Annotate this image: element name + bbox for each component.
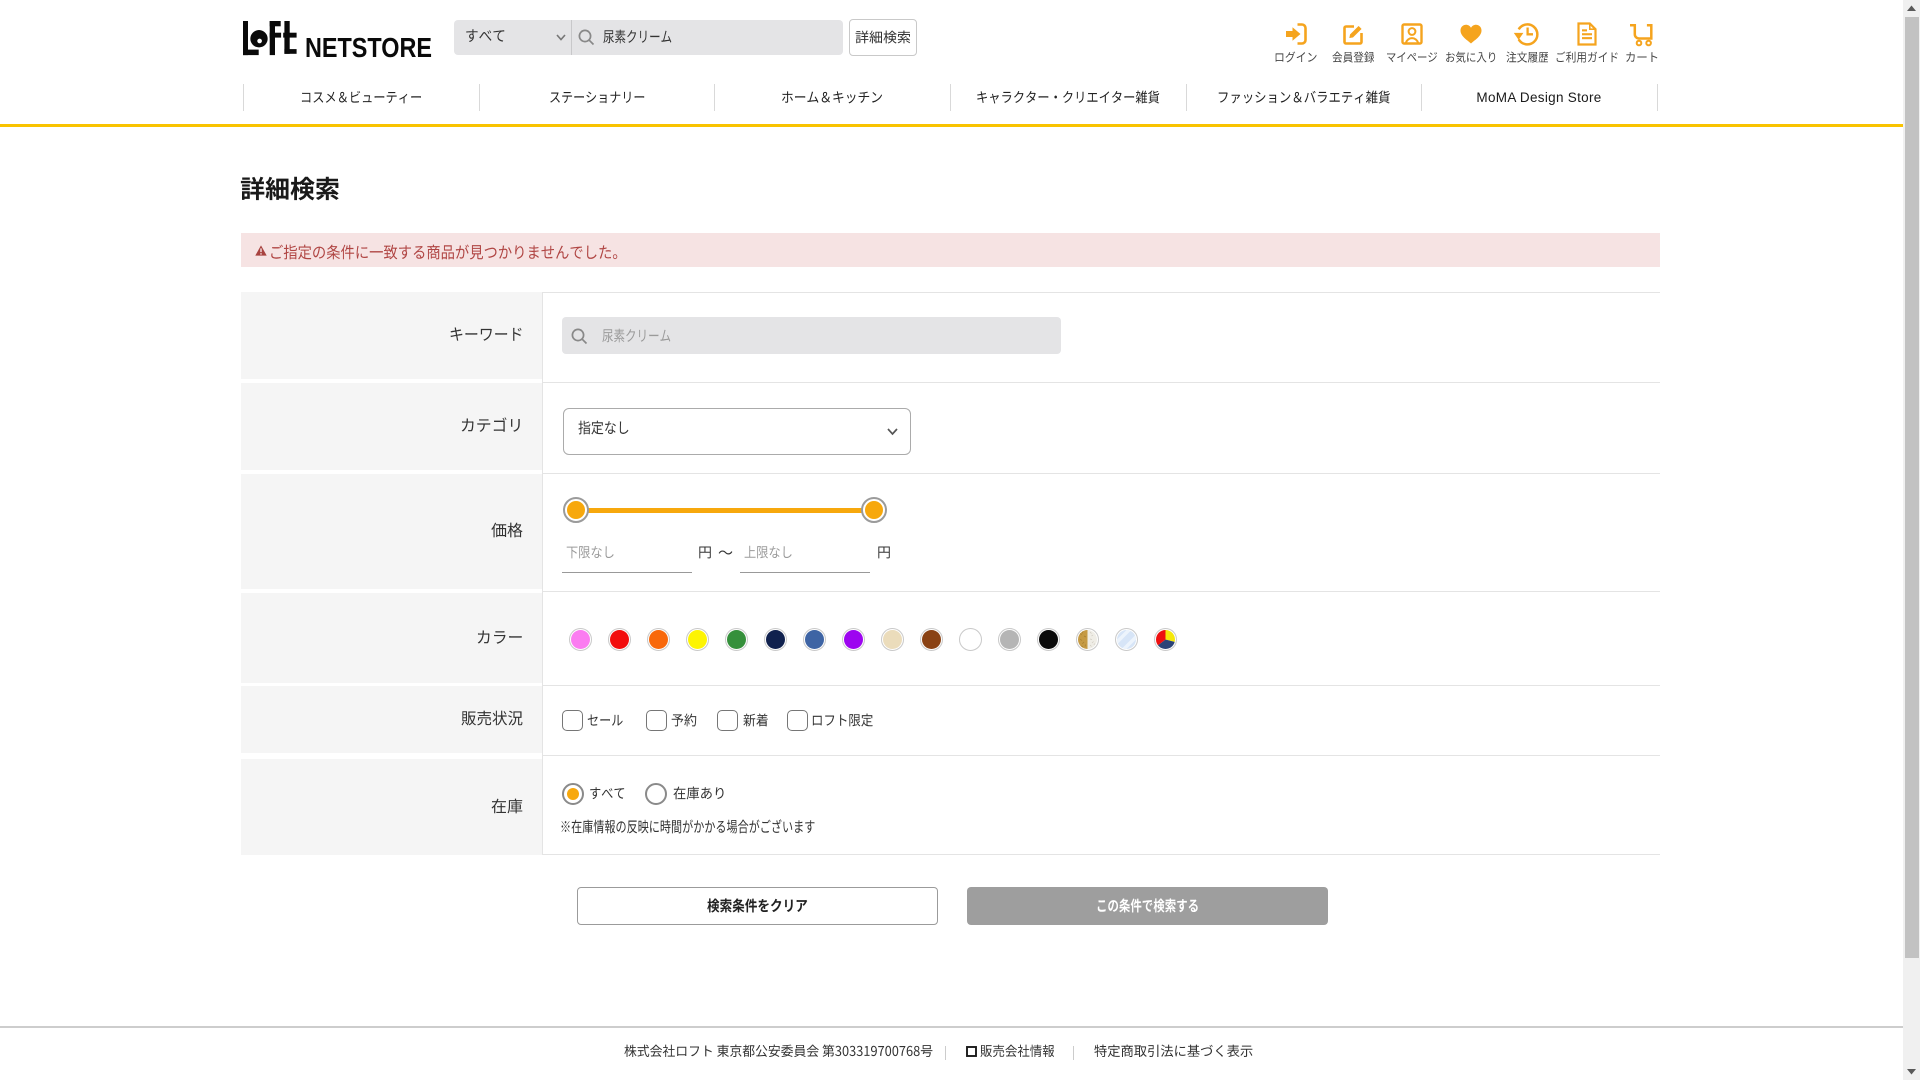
svg-text:NETSTORE: NETSTORE <box>305 33 432 59</box>
